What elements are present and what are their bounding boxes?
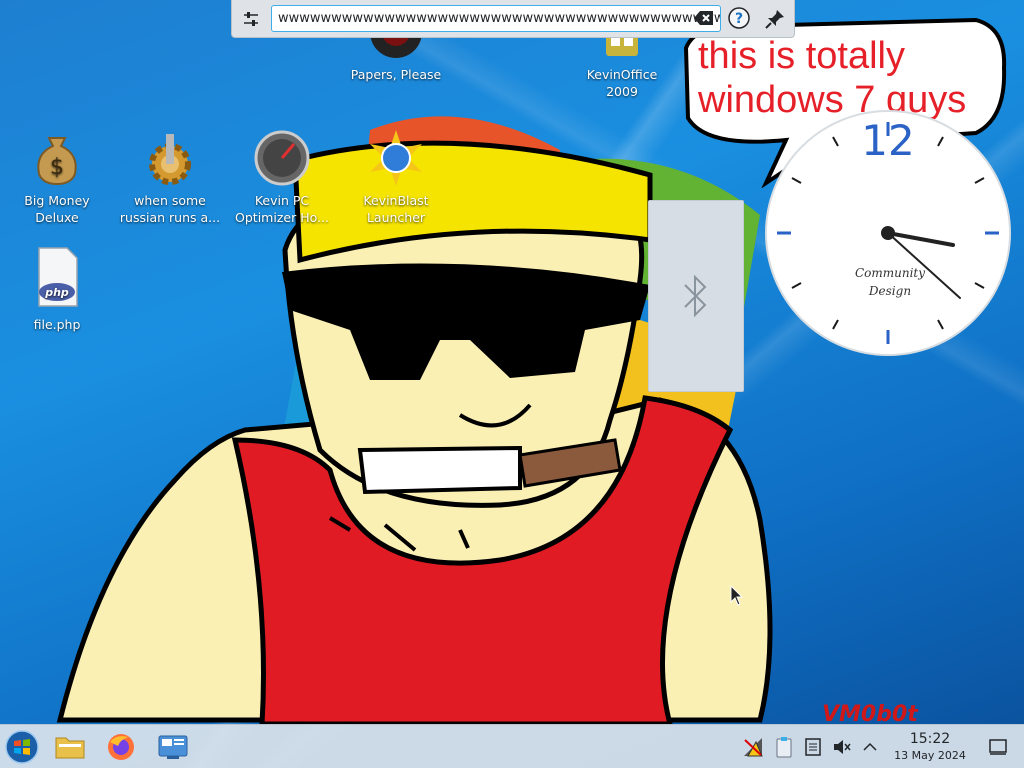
speedometer-icon [254, 130, 310, 186]
file-manager-icon [55, 737, 85, 759]
clipboard-icon [776, 737, 792, 758]
globe-burst-icon [370, 130, 422, 186]
firefox-icon [108, 734, 134, 760]
tray-expand[interactable] [858, 735, 882, 759]
start-button[interactable] [4, 729, 40, 765]
tray-notes[interactable] [801, 735, 825, 759]
krunner-clear-button[interactable] [693, 9, 715, 27]
svg-text:$: $ [50, 155, 64, 180]
show-desktop-button[interactable] [986, 735, 1010, 759]
krunner-pin-button[interactable] [764, 8, 786, 30]
clock-brand-line2: Design [868, 284, 912, 298]
bluetooth-popup[interactable] [648, 200, 744, 392]
notes-icon [805, 738, 821, 756]
desktop-icon-label: Big Money Deluxe [24, 193, 90, 225]
desktop-icon-russian[interactable]: when some russian runs a... [117, 130, 223, 226]
svg-text:?: ? [735, 11, 743, 27]
krunner-help-button[interactable]: ? [728, 7, 750, 29]
krunner-config-button[interactable] [232, 0, 270, 38]
clear-text-icon [694, 11, 713, 25]
volume-muted-icon [834, 740, 851, 754]
show-desktop-icon [989, 739, 1007, 755]
tray-network[interactable] [741, 735, 765, 759]
desktop-icon-label: when some russian runs a... [119, 193, 221, 225]
taskbar: 15:22 13 May 2024 [0, 724, 1024, 768]
help-icon: ? [728, 7, 750, 29]
desktop-icon-label: KevinBlast Launcher [363, 193, 429, 225]
desktop-icon-kevin-pc-optimizer[interactable]: Kevin PC Optimizer Ho... [229, 130, 335, 226]
desktop-icon-file-php[interactable]: php file.php [4, 246, 110, 333]
taskbar-system-settings[interactable] [155, 729, 191, 765]
start-orb-icon [5, 730, 39, 764]
system-settings-icon [158, 735, 188, 759]
money-bag-icon: $ [37, 137, 77, 186]
settings-sliders-icon [244, 11, 258, 26]
desktop-icon-kevinblast-launcher[interactable]: KevinBlast Launcher [343, 130, 449, 226]
krunner-search-bar: wwwwwwwwwwwwwwwwwwwwwwwwwwwwwwwwwwwwwwww… [231, 0, 795, 38]
krunner-search-input[interactable]: wwwwwwwwwwwwwwwwwwwwwwwwwwwwwwwwwwwwwwww… [271, 5, 721, 32]
mouse-cursor [730, 585, 744, 606]
bluetooth-icon [684, 274, 707, 318]
network-warning-icon [744, 738, 763, 757]
desktop-icon-label: file.php [33, 317, 81, 332]
expand-tray-icon [863, 742, 877, 751]
desktop-icon-label: Papers, Please [350, 67, 442, 82]
php-file-icon: php [38, 247, 78, 307]
desktop-icon-label: KevinOffice 2009 [586, 67, 658, 99]
tray-volume[interactable] [830, 735, 854, 759]
taskbar-file-manager[interactable] [52, 729, 88, 765]
desktop-icon-big-money-deluxe[interactable]: $ Big Money Deluxe [4, 130, 110, 226]
clock-twelve: 12 [861, 116, 915, 165]
clock-brand-line1: Community [854, 266, 926, 280]
tray-clipboard[interactable] [772, 735, 796, 759]
taskbar-clock-date[interactable]: 13 May 2024 [888, 749, 972, 762]
clock-brand: Community Design [840, 264, 940, 300]
desktop-icon-label: Kevin PC Optimizer Ho... [235, 193, 329, 225]
taskbar-firefox[interactable] [103, 729, 139, 765]
pin-icon [765, 10, 784, 29]
svg-text:php: php [44, 286, 69, 299]
gear-icon [149, 134, 191, 185]
taskbar-clock-time[interactable]: 15:22 [888, 731, 972, 747]
